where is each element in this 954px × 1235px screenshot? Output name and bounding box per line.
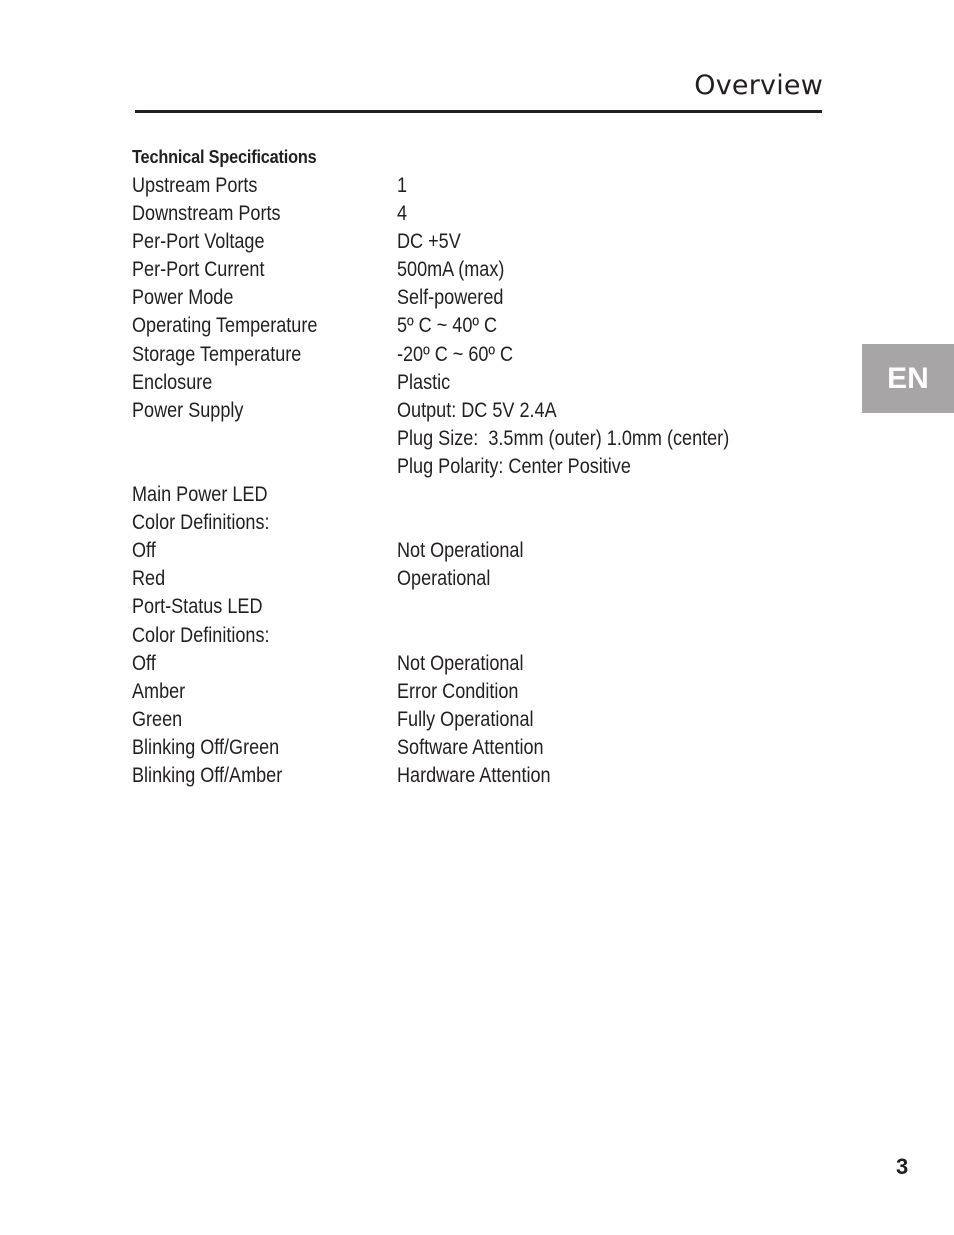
language-tab: EN: [862, 344, 954, 413]
spec-value: Error Condition: [397, 679, 519, 703]
title-rule: [135, 110, 822, 113]
spec-row: Enclosure Plastic: [132, 369, 832, 397]
spec-row: Upstream Ports 1: [132, 172, 832, 200]
spec-label: Color Definitions:: [132, 511, 270, 535]
spec-label: Amber: [132, 679, 186, 703]
spec-value: 5º C ~ 40º C: [397, 314, 498, 338]
spec-value: DC +5V: [397, 230, 461, 254]
spec-row: Off Not Operational: [132, 650, 832, 678]
spec-row: Storage Temperature -20º C ~ 60º C: [132, 341, 832, 369]
spec-label: Operating Temperature: [132, 314, 318, 338]
spec-row: Power Supply Output: DC 5V 2.4A: [132, 397, 832, 425]
spec-row: Per-Port Voltage DC +5V: [132, 228, 832, 256]
spec-label: Main Power LED: [132, 483, 268, 507]
spec-row: Amber Error Condition: [132, 678, 832, 706]
spec-label: Enclosure: [132, 370, 213, 394]
spec-value: Fully Operational: [397, 707, 534, 731]
spec-label: Port-Status LED: [132, 595, 263, 619]
spec-row: Downstream Ports 4: [132, 200, 832, 228]
spec-label: Off: [132, 539, 156, 563]
spec-row: Red Operational: [132, 565, 832, 593]
spec-label: Red: [132, 567, 166, 591]
spec-label: Blinking Off/Amber: [132, 763, 283, 787]
spec-row: Per-Port Current 500mA (max): [132, 256, 832, 284]
spec-value: Operational: [397, 567, 491, 591]
spec-row: Off Not Operational: [132, 537, 832, 565]
page-title: Overview: [694, 70, 823, 101]
page-number: 3: [896, 1154, 909, 1179]
spec-label: Power Supply: [132, 398, 244, 422]
spec-value: -20º C ~ 60º C: [397, 342, 514, 366]
spec-label: Per-Port Current: [132, 258, 265, 282]
spec-value: Plastic: [397, 370, 451, 394]
section-heading: Technical Specifications: [132, 146, 317, 167]
spec-label: Storage Temperature: [132, 342, 302, 366]
spec-value: 500mA (max): [397, 258, 505, 282]
spec-value: Self-powered: [397, 286, 504, 310]
spec-value: Plug Size: 3.5mm (outer) 1.0mm (center): [397, 426, 730, 450]
spec-table: Upstream Ports 1 Downstream Ports 4 Per-Po…: [132, 172, 832, 790]
spec-label: Color Definitions:: [132, 623, 270, 647]
spec-value: Output: DC 5V 2.4A: [397, 398, 557, 422]
spec-row: Power Mode Self-powered: [132, 284, 832, 312]
spec-value: Plug Polarity: Center Positive: [397, 454, 631, 478]
spec-row: Green Fully Operational: [132, 706, 832, 734]
spec-label: Per-Port Voltage: [132, 230, 265, 254]
spec-value: Software Attention: [397, 735, 544, 759]
spec-row: Blinking Off/Amber Hardware Attention: [132, 762, 832, 790]
spec-label: Power Mode: [132, 286, 234, 310]
spec-row: Blinking Off/Green Software Attention: [132, 734, 832, 762]
spec-value: Not Operational: [397, 651, 524, 675]
spec-row: Color Definitions:: [132, 622, 832, 650]
spec-row: Operating Temperature 5º C ~ 40º C: [132, 312, 832, 340]
language-tab-label: EN: [887, 361, 929, 395]
spec-label: Blinking Off/Green: [132, 735, 280, 759]
spec-value: Not Operational: [397, 539, 524, 563]
spec-row: Main Power LED: [132, 481, 832, 509]
spec-row: Plug Size: 3.5mm (outer) 1.0mm (center): [132, 425, 832, 453]
spec-label: Downstream Ports: [132, 202, 281, 226]
spec-value: 1: [397, 174, 408, 197]
spec-label: Upstream Ports: [132, 174, 258, 197]
spec-row: Color Definitions:: [132, 509, 832, 537]
spec-label: Off: [132, 651, 156, 675]
spec-row: Plug Polarity: Center Positive: [132, 453, 832, 481]
spec-value: Hardware Attention: [397, 763, 551, 787]
spec-value: 4: [397, 202, 408, 226]
spec-label: Green: [132, 707, 183, 731]
spec-row: Port-Status LED: [132, 593, 832, 621]
